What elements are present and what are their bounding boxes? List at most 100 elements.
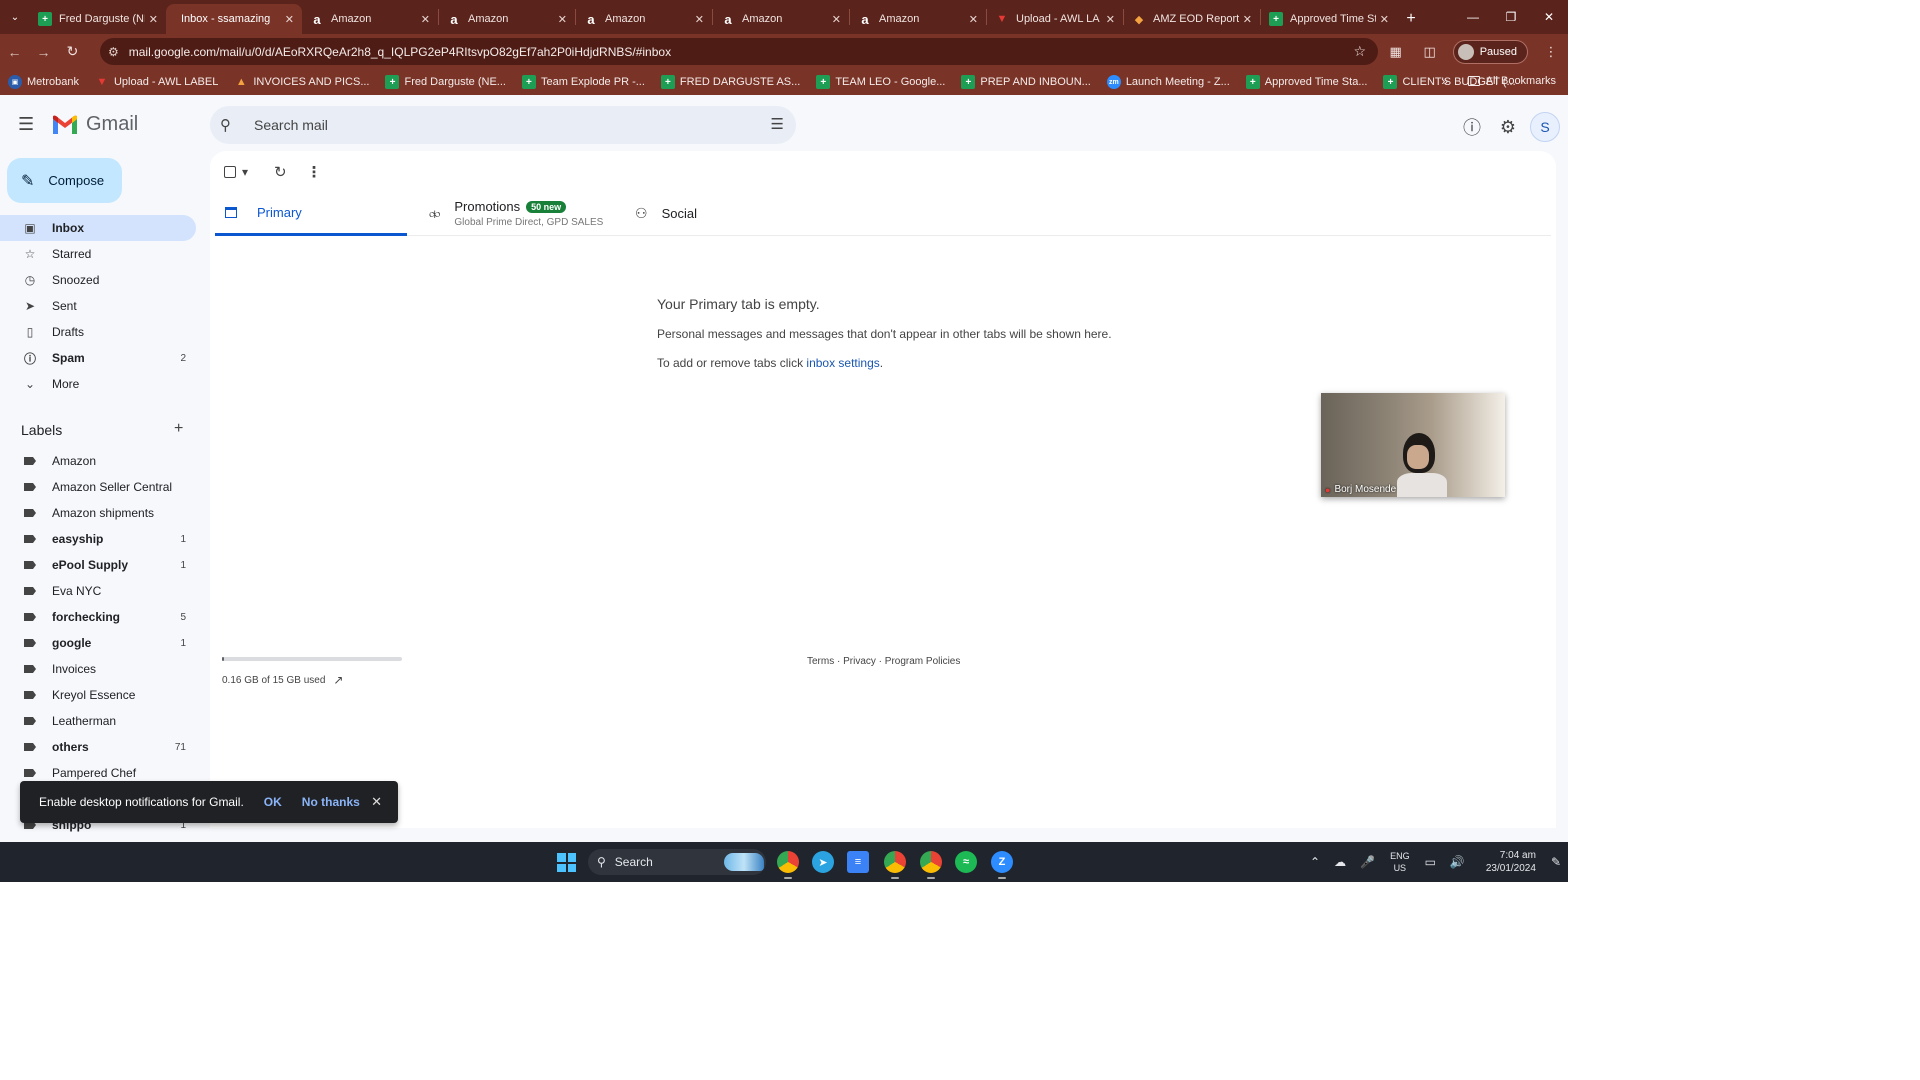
all-bookmarks-button[interactable]: All Bookmarks (1467, 75, 1556, 87)
settings-gear-icon[interactable]: ⚙ (1490, 117, 1526, 138)
bookmark-item[interactable]: + PREP AND INBOUN... (961, 75, 1091, 89)
tab-close-icon[interactable]: ✕ (558, 13, 567, 26)
telegram-icon[interactable]: ➤ (812, 851, 834, 873)
label-item[interactable]: Kreyol Essence (0, 682, 205, 708)
network-icon[interactable]: ▭ (1425, 855, 1436, 869)
account-avatar[interactable]: S (1530, 112, 1560, 142)
search-input[interactable]: Search mail (254, 117, 328, 133)
bookmark-item[interactable]: + FRED DARGUSTE AS... (660, 75, 800, 89)
extensions-icon[interactable]: ▦ (1379, 44, 1413, 60)
bookmark-item[interactable]: ▼ Upload - AWL LABEL (95, 75, 219, 89)
snackbar-ok-button[interactable]: OK (264, 795, 282, 809)
more-bookmarks-icon[interactable]: » (1441, 74, 1448, 88)
browser-tab[interactable]: a Amazon ✕ (713, 4, 849, 34)
restore-icon[interactable]: ❐ (1492, 0, 1530, 34)
spotify-icon[interactable]: ≈ (955, 851, 977, 873)
nav-item-more[interactable]: ⌄ More (0, 371, 205, 397)
label-item[interactable]: easyship 1 (0, 526, 205, 552)
select-dropdown-icon[interactable]: ▾ (242, 165, 248, 179)
bookmark-item[interactable]: + Fred Darguste (NE... (385, 75, 506, 89)
minimize-icon[interactable]: — (1454, 0, 1492, 34)
nav-item-spam[interactable]: ⓘ Spam 2 (0, 345, 205, 371)
label-item[interactable]: forchecking 5 (0, 604, 205, 630)
nav-item-drafts[interactable]: ▯ Drafts (0, 319, 205, 345)
address-bar[interactable]: ⚙ mail.google.com/mail/u/0/d/AEoRXRQeAr2… (100, 38, 1378, 65)
reload-icon[interactable]: ↻ (58, 34, 87, 69)
onedrive-icon[interactable]: ☁ (1334, 855, 1346, 869)
tab-promotions[interactable]: ⧞ Promotions 50 new Global Prime Direct,… (429, 191, 603, 236)
browser-tab[interactable]: ▼ Upload - AWL LA ✕ (987, 4, 1123, 34)
search-options-icon[interactable]: ☰ (771, 115, 784, 133)
help-icon[interactable]: ⓘ (1454, 114, 1490, 140)
bookmark-item[interactable]: zm Launch Meeting - Z... (1106, 75, 1230, 89)
site-info-icon[interactable]: ⚙ (108, 45, 119, 59)
video-call-thumbnail[interactable]: ● Borj Mosende (1321, 393, 1505, 497)
label-item[interactable]: Leatherman (0, 708, 205, 734)
tab-search-chevron-icon[interactable]: ⌄ (0, 0, 30, 34)
tab-close-icon[interactable]: ✕ (1243, 13, 1252, 26)
tab-close-icon[interactable]: ✕ (695, 13, 704, 26)
tab-close-icon[interactable]: ✕ (285, 13, 294, 26)
gmail-logo[interactable]: Gmail (52, 113, 138, 136)
select-all-checkbox[interactable] (224, 166, 236, 178)
browser-tab[interactable]: a Amazon ✕ (576, 4, 712, 34)
inbox-settings-link[interactable]: inbox settings (806, 356, 879, 370)
windows-start-icon[interactable] (557, 853, 576, 872)
nav-item-inbox[interactable]: ▣ Inbox (0, 215, 196, 241)
main-menu-icon[interactable]: ☰ (18, 115, 38, 133)
tab-close-icon[interactable]: ✕ (149, 13, 158, 26)
chrome-profile-icon[interactable] (884, 851, 906, 879)
microphone-icon[interactable]: 🎤 (1360, 855, 1375, 869)
tab-social[interactable]: ⚇ Social (635, 191, 697, 236)
tab-close-icon[interactable]: ✕ (969, 13, 978, 26)
search-bar[interactable]: ⚲ Search mail ☰ (210, 106, 796, 144)
chrome-icon[interactable] (777, 851, 799, 879)
bookmark-item[interactable]: + Approved Time Sta... (1245, 75, 1367, 89)
browser-tab[interactable]: + Approved Time St ✕ (1261, 4, 1397, 34)
label-item[interactable]: Amazon (0, 448, 205, 474)
compose-button[interactable]: ✎ Compose (7, 158, 122, 203)
snackbar-no-thanks-button[interactable]: No thanks (302, 795, 360, 809)
new-tab-button[interactable]: + (1397, 4, 1425, 34)
tab-close-icon[interactable]: ✕ (832, 13, 841, 26)
nav-item-starred[interactable]: ☆ Starred (0, 241, 205, 267)
search-icon[interactable]: ⚲ (220, 116, 242, 134)
browser-menu-icon[interactable]: ⋮ (1534, 44, 1568, 60)
label-item[interactable]: Amazon shipments (0, 500, 205, 526)
tab-close-icon[interactable]: ✕ (1106, 13, 1115, 26)
nav-item-snoozed[interactable]: ◷ Snoozed (0, 267, 205, 293)
tab-close-icon[interactable]: ✕ (421, 13, 430, 26)
taskbar-search[interactable]: ⚲ Search (588, 849, 766, 875)
browser-tab[interactable]: a Amazon ✕ (302, 4, 438, 34)
bookmark-item[interactable]: ▲ INVOICES AND PICS... (234, 75, 370, 89)
language-indicator[interactable]: ENG US (1390, 850, 1410, 874)
label-item[interactable]: Invoices (0, 656, 205, 682)
clock[interactable]: 7:04 am 23/01/2024 (1486, 849, 1536, 875)
snackbar-close-icon[interactable]: ✕ (371, 794, 382, 810)
browser-tab[interactable]: a Amazon ✕ (439, 4, 575, 34)
bookmark-star-icon[interactable]: ☆ (1353, 43, 1366, 60)
zoom-icon[interactable]: Z (991, 851, 1013, 879)
bookmark-item[interactable]: ▣ Metrobank (8, 75, 79, 89)
chevron-up-icon[interactable]: ⌃ (1310, 855, 1320, 869)
nav-item-sent[interactable]: ➤ Sent (0, 293, 205, 319)
browser-tab[interactable]: a Amazon ✕ (850, 4, 986, 34)
back-icon[interactable]: ← (0, 34, 29, 69)
browser-tab[interactable]: + Fred Darguste (NE ✕ (30, 4, 166, 34)
label-item[interactable]: others 71 (0, 734, 205, 760)
notepad-icon[interactable]: ≡ (847, 851, 869, 873)
more-options-icon[interactable]: ⋮ (307, 163, 322, 181)
browser-tab[interactable]: ◆ AMZ EOD Report ✕ (1124, 4, 1260, 34)
bookmark-item[interactable]: + Team Explode PR -... (521, 75, 645, 89)
refresh-icon[interactable]: ↻ (274, 163, 287, 181)
label-item[interactable]: Eva NYC (0, 578, 205, 604)
forward-icon[interactable]: → (29, 34, 58, 69)
footer-links[interactable]: Terms · Privacy · Program Policies (807, 656, 960, 667)
create-label-icon[interactable]: + (174, 420, 183, 438)
label-item[interactable]: Amazon Seller Central (0, 474, 205, 500)
tab-close-icon[interactable]: ✕ (1380, 13, 1389, 26)
tab-primary[interactable]: Primary (215, 191, 407, 236)
volume-icon[interactable]: 🔊 (1450, 855, 1465, 869)
notifications-icon[interactable]: ✎ (1551, 855, 1561, 869)
open-external-icon[interactable]: ↗ (333, 673, 343, 687)
